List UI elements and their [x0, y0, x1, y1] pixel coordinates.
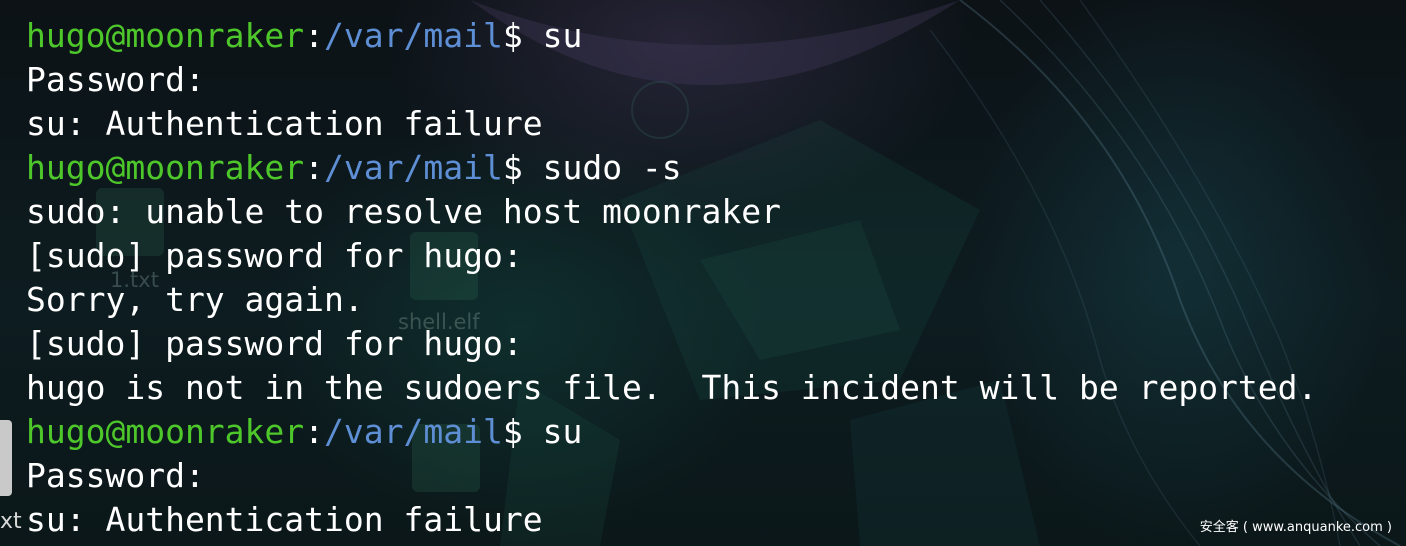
prompt-user: hugo@moonraker [26, 148, 305, 187]
prompt-separator: : [304, 16, 325, 55]
command-text: su [522, 412, 583, 451]
terminal-output[interactable]: hugo@moonraker:/var/mail$ su Password: su:… [26, 14, 1317, 542]
command-text: su [522, 16, 583, 55]
output-line: [sudo] password for hugo: [26, 324, 523, 363]
prompt-line: hugo@moonraker:/var/mail$ sudo -s [26, 146, 1317, 190]
prompt-path: /var/mail [324, 412, 503, 451]
desktop-icon-partial[interactable] [0, 420, 12, 496]
output-line: su: Authentication failure [26, 104, 543, 143]
prompt-symbol: $ [502, 412, 523, 451]
output-line: Password: [26, 456, 205, 495]
desktop-icon-label-partial[interactable]: xt [0, 509, 22, 534]
prompt-line: hugo@moonraker:/var/mail$ su [26, 14, 1317, 58]
output-line: sudo: unable to resolve host moonraker [26, 192, 781, 231]
prompt-path: /var/mail [324, 16, 503, 55]
prompt-separator: : [304, 148, 325, 187]
output-line: Password: [26, 60, 205, 99]
prompt-user: hugo@moonraker [26, 412, 305, 451]
terminal-screen: 1.txt shell.elf xt hugo@moonraker:/var/m… [0, 0, 1406, 546]
output-line: [sudo] password for hugo: [26, 236, 523, 275]
watermark: 安全客 ( www.anquanke.com ) [1199, 520, 1392, 535]
prompt-symbol: $ [502, 16, 523, 55]
prompt-path: /var/mail [324, 148, 503, 187]
output-line: hugo is not in the sudoers file. This in… [26, 368, 1318, 407]
prompt-symbol: $ [502, 148, 523, 187]
command-text: sudo -s [522, 148, 682, 187]
output-line: Sorry, try again. [26, 280, 364, 319]
prompt-line: hugo@moonraker:/var/mail$ su [26, 410, 1317, 454]
prompt-separator: : [304, 412, 325, 451]
prompt-user: hugo@moonraker [26, 16, 305, 55]
output-line: su: Authentication failure [26, 500, 543, 539]
